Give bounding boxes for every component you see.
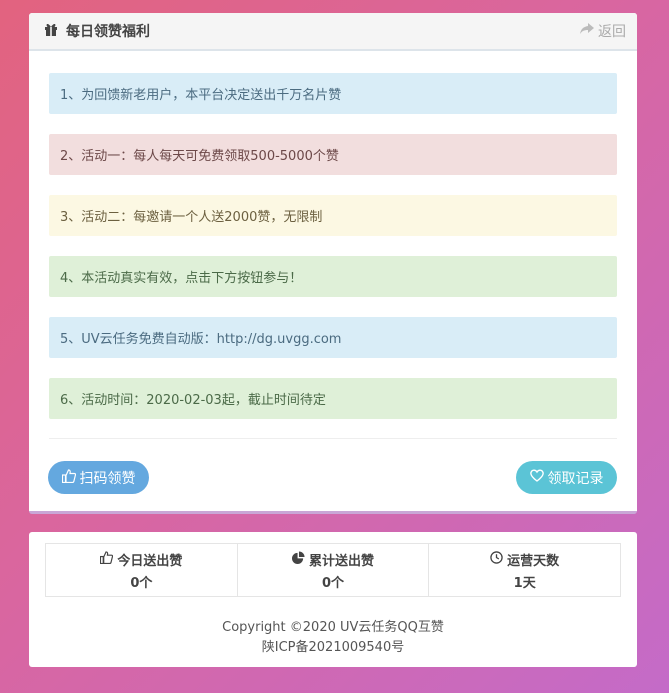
stat-today-value: 0个	[130, 575, 153, 591]
panel-header: 每日领赞福利 返回	[29, 13, 637, 51]
notice-item-1: 1、为回馈新老用户，本平台决定送出千万名片赞	[49, 73, 617, 114]
stat-today-label-group: 今日送出赞	[100, 550, 182, 569]
clock-icon	[490, 550, 507, 568]
scan-claim-label: 扫码领赞	[79, 470, 136, 487]
stat-today-label: 今日送出赞	[117, 553, 183, 569]
pie-chart-icon	[292, 550, 309, 568]
panel-title-group: 每日领赞福利	[44, 21, 150, 41]
stat-total-likes: 累计送出赞 0个	[238, 544, 430, 596]
stats-table: 今日送出赞 0个 累计送出赞 0个 运营天数 1天	[45, 543, 621, 597]
stat-total-value: 0个	[321, 575, 345, 591]
welfare-panel: 每日领赞福利 返回 1、为回馈新老用户，本平台决定送出千万名片赞 2、活动一：每…	[29, 13, 637, 514]
stats-panel: 今日送出赞 0个 累计送出赞 0个 运营天数 1天 Copyright ©202…	[29, 532, 637, 667]
notice-item-3: 3、活动二：每邀请一个人送2000赞，无限制	[49, 195, 617, 236]
share-arrow-icon	[580, 23, 598, 39]
stat-today-likes: 今日送出赞 0个	[46, 544, 238, 596]
thumbs-up-icon	[61, 468, 80, 487]
icp-link[interactable]: 陕ICP备2021009540号	[29, 638, 637, 658]
stat-days-value: 1天	[513, 575, 536, 591]
notice-item-4: 4、本活动真实有效，点击下方按钮参与！	[49, 256, 617, 297]
stat-days-label: 运营天数	[507, 553, 560, 569]
page-title: 每日领赞福利	[66, 24, 150, 40]
claim-record-button[interactable]: 领取记录	[516, 461, 617, 494]
scan-claim-button[interactable]: 扫码领赞	[48, 461, 149, 494]
stat-days-label-group: 运营天数	[490, 550, 559, 569]
notice-item-5: 5、UV云任务免费自动版：http://dg.uvgg.com	[49, 317, 617, 358]
back-button[interactable]: 返回	[580, 21, 626, 41]
stat-total-label: 累计送出赞	[309, 553, 375, 569]
heart-icon	[529, 469, 548, 486]
notice-item-2: 2、活动一：每人每天可免费领取500-5000个赞	[49, 134, 617, 175]
back-label: 返回	[598, 24, 626, 40]
stat-operating-days: 运营天数 1天	[429, 544, 620, 596]
claim-record-label: 领取记录	[547, 470, 604, 487]
notice-item-6: 6、活动时间：2020-02-03起，截止时间待定	[49, 378, 617, 419]
gift-icon	[44, 22, 58, 40]
stat-total-label-group: 累计送出赞	[292, 550, 374, 569]
copyright-text: Copyright ©2020 UV云任务QQ互赞	[222, 620, 444, 635]
footer: Copyright ©2020 UV云任务QQ互赞 陕ICP备202100954…	[29, 618, 637, 658]
divider	[49, 438, 617, 439]
thumbs-up-icon	[100, 550, 117, 568]
